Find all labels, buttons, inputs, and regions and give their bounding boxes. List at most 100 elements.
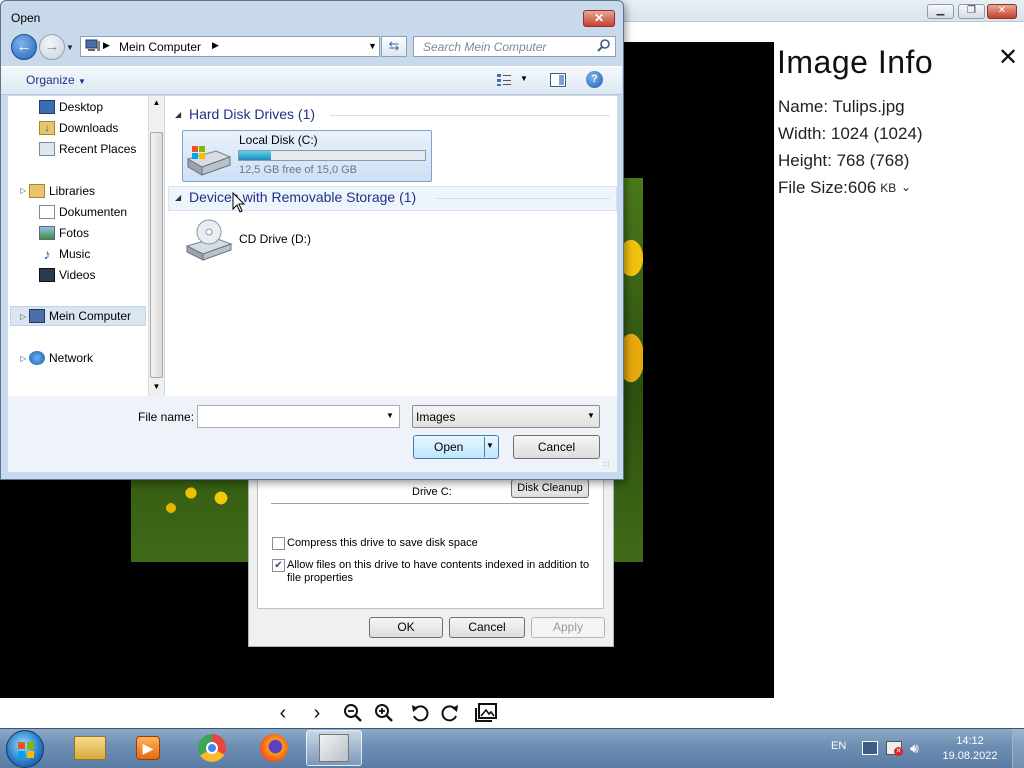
music-icon: ♪ (43, 246, 51, 262)
group-divider (436, 198, 610, 199)
compress-checkbox[interactable] (272, 537, 285, 550)
folder-icon (74, 736, 106, 760)
search-input[interactable]: Search Mein Computer (413, 36, 616, 57)
network-icon (29, 351, 45, 365)
firefox-taskbar-button[interactable] (246, 730, 302, 766)
refresh-icon[interactable]: ⇆ (381, 36, 407, 57)
start-button[interactable] (6, 730, 44, 768)
maximize-button[interactable]: ❐ (958, 4, 985, 19)
open-options-dropdown-icon[interactable]: ▼ (486, 441, 494, 450)
chevron-down-icon[interactable]: ⌄ (901, 180, 911, 194)
open-dialog-title: Open (11, 11, 41, 25)
disk-cleanup-button[interactable]: Disk Cleanup (511, 479, 589, 498)
apply-button[interactable]: Apply (531, 617, 605, 638)
image-viewer-taskbar-button[interactable] (306, 730, 362, 766)
nav-desktop[interactable]: Desktop (39, 97, 103, 117)
cd-drive-name: CD Drive (D:) (239, 232, 311, 246)
file-type-dropdown-icon[interactable]: ▼ (587, 411, 595, 420)
index-checkbox[interactable]: ✔ (272, 559, 285, 572)
breadcrumb-chevron-icon[interactable]: ▶ (212, 40, 219, 51)
divider (271, 503, 589, 504)
organize-menu[interactable]: Organize ▼ (26, 73, 86, 87)
nav-downloads-label: Downloads (59, 121, 119, 135)
system-clock[interactable]: 14:12 19.08.2022 (934, 734, 1006, 764)
nav-libraries[interactable]: Libraries (29, 181, 96, 201)
breadcrumb-mein-computer[interactable]: Mein Computer (119, 40, 201, 54)
nav-libraries-label: Libraries (49, 184, 96, 198)
chevron-down-icon: ▼ (78, 77, 86, 86)
forward-button[interactable]: → (39, 34, 65, 60)
filesize-label: File Size: (778, 178, 848, 197)
nav-fotos[interactable]: Fotos (39, 223, 90, 243)
file-name-dropdown-icon[interactable]: ▼ (386, 411, 394, 420)
nav-music[interactable]: ♪ Music (44, 244, 91, 264)
preview-pane-icon[interactable] (550, 73, 566, 87)
rotate-right-icon[interactable] (438, 702, 462, 724)
address-dropdown-icon[interactable]: ▼ (368, 41, 377, 51)
minimize-button[interactable]: ▁ (927, 4, 954, 19)
nav-fotos-label: Fotos (59, 226, 90, 240)
group-header-removable[interactable]: Devices with Removable Storage (1) (189, 189, 416, 205)
group-divider (330, 115, 610, 116)
language-indicator[interactable]: EN (831, 740, 846, 752)
desktop-icon (39, 100, 55, 114)
volume-icon[interactable]: 🔊︎ (910, 739, 928, 757)
disk-usage-fill (239, 151, 271, 160)
clock-time: 14:12 (956, 735, 984, 747)
scroll-up-icon[interactable]: ▲ (150, 98, 163, 107)
show-desktop-button[interactable] (1012, 729, 1024, 768)
expand-arrow-icon[interactable]: ▷ (20, 354, 26, 363)
file-name-input[interactable]: ▼ (197, 405, 400, 428)
help-icon[interactable]: ? (586, 71, 603, 88)
nav-dokumenten[interactable]: Dokumenten (39, 202, 127, 222)
collapse-group-icon[interactable]: ◢ (175, 110, 181, 119)
navigation-scrollbar[interactable]: ▲ ▼ (148, 96, 164, 396)
network-status-icon[interactable]: ✕ (886, 741, 903, 756)
organize-label: Organize (26, 73, 75, 87)
expand-arrow-icon[interactable]: ▷ (20, 186, 26, 195)
scrollbar-thumb[interactable] (150, 132, 163, 378)
collapse-group-icon[interactable]: ◢ (175, 193, 181, 202)
libraries-icon (29, 184, 45, 198)
action-center-icon[interactable] (862, 741, 878, 755)
previous-icon[interactable]: ‹ (271, 702, 295, 724)
info-close-icon[interactable]: ✕ (996, 44, 1020, 72)
info-width: Width: 1024 (1024) (778, 124, 923, 143)
expand-arrow-icon[interactable]: ▷ (20, 312, 26, 321)
next-icon[interactable]: › (305, 702, 329, 724)
nav-network[interactable]: Network (29, 348, 93, 368)
file-name-label: File name: (138, 410, 195, 424)
viewer-close-button[interactable]: ✕ (987, 4, 1017, 19)
rotate-left-icon[interactable] (408, 702, 432, 724)
explorer-taskbar-button[interactable] (62, 730, 118, 766)
recent-places-icon (39, 142, 55, 156)
search-icon[interactable] (596, 38, 612, 54)
breadcrumb-chevron-icon[interactable]: ▶ (103, 40, 110, 51)
drive-label: Drive C: (412, 486, 452, 498)
group-header-hdd[interactable]: Hard Disk Drives (1) (189, 106, 315, 122)
nav-downloads[interactable]: ↓ Downloads (39, 118, 119, 138)
view-options-icon[interactable] (496, 73, 512, 87)
recent-pages-dropdown[interactable]: ▼ (66, 43, 76, 53)
ok-button[interactable]: OK (369, 617, 443, 638)
zoom-out-icon[interactable] (341, 702, 365, 724)
nav-videos[interactable]: Videos (39, 265, 95, 285)
back-button[interactable]: ← (11, 34, 37, 60)
gallery-icon[interactable] (474, 702, 498, 724)
documents-icon (39, 205, 55, 219)
open-close-button[interactable]: ✕ (583, 10, 615, 27)
zoom-in-icon[interactable] (372, 702, 396, 724)
nav-recent-places[interactable]: Recent Places (39, 139, 137, 159)
nav-mein-computer[interactable]: Mein Computer (29, 306, 131, 326)
view-dropdown-icon[interactable]: ▼ (520, 74, 528, 83)
properties-cancel-button[interactable]: Cancel (449, 617, 525, 638)
open-button-label: Open (434, 440, 464, 454)
nav-recent-label: Recent Places (59, 142, 137, 156)
cancel-button[interactable]: Cancel (513, 435, 600, 459)
address-bar[interactable]: ▶ Mein Computer ▶ ▼ (80, 36, 380, 57)
scroll-down-icon[interactable]: ▼ (150, 382, 163, 391)
media-player-taskbar-button[interactable]: ▶ (120, 730, 176, 766)
file-type-select[interactable]: Images ▼ (412, 405, 600, 428)
chrome-taskbar-button[interactable] (184, 730, 240, 766)
resize-grip-icon[interactable]: ∷ (604, 460, 614, 470)
